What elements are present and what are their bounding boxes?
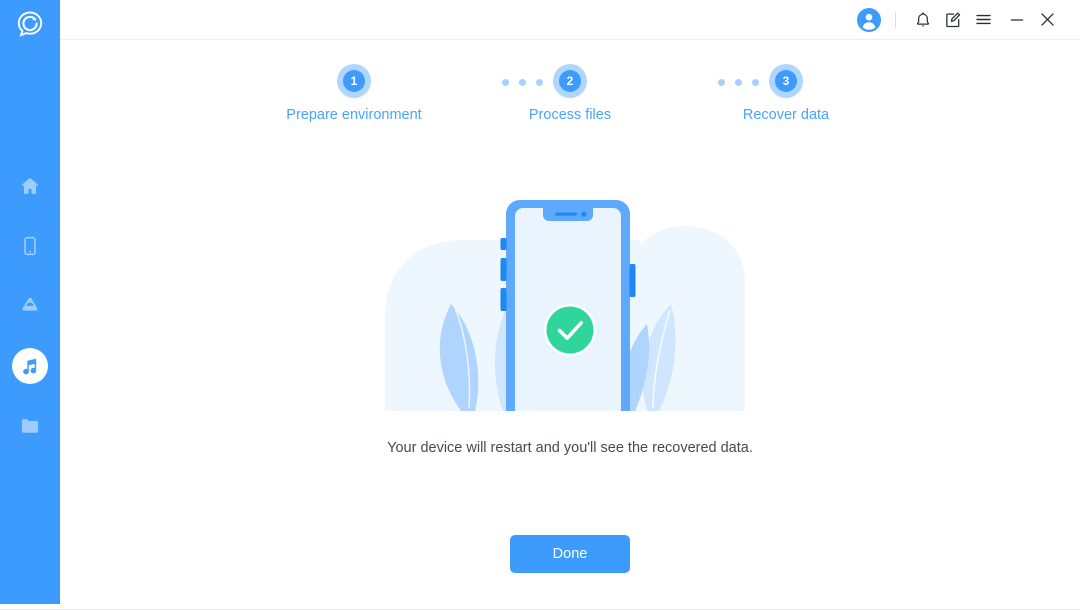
notifications-button[interactable] bbox=[908, 5, 938, 35]
app-window: 1 Prepare environment 2 Process files 3 … bbox=[0, 0, 1080, 610]
sidebar bbox=[0, 0, 60, 604]
status-caption: Your device will restart and you'll see … bbox=[387, 440, 753, 456]
sidebar-item-home[interactable] bbox=[0, 156, 60, 216]
minimize-button[interactable] bbox=[1002, 5, 1032, 35]
stepper: 1 Prepare environment 2 Process files 3 … bbox=[60, 40, 1080, 140]
step-1-number: 1 bbox=[343, 70, 365, 92]
sidebar-item-files[interactable] bbox=[0, 396, 60, 456]
account-avatar[interactable] bbox=[857, 7, 881, 32]
step-3: 3 Recover data bbox=[666, 64, 906, 123]
sidebar-nav bbox=[0, 156, 60, 456]
menu-button[interactable] bbox=[968, 5, 998, 35]
step-2-label: Process files bbox=[528, 107, 612, 123]
cloud-icon bbox=[22, 297, 38, 311]
feedback-icon bbox=[946, 12, 961, 27]
sidebar-item-device[interactable] bbox=[0, 216, 60, 276]
step-1: 1 Prepare environment bbox=[234, 64, 474, 123]
titlebar-divider bbox=[895, 11, 896, 28]
account-avatar-icon bbox=[862, 13, 876, 30]
step-2-number: 2 bbox=[559, 70, 581, 92]
feedback-button[interactable] bbox=[938, 5, 968, 35]
step-1-label: Prepare environment bbox=[286, 107, 422, 123]
title-bar bbox=[60, 0, 1080, 40]
step-3-number: 3 bbox=[775, 70, 797, 92]
sidebar-item-music[interactable] bbox=[0, 336, 60, 396]
music-icon bbox=[23, 358, 37, 375]
phone-success-illustration bbox=[385, 196, 745, 411]
close-icon bbox=[1040, 13, 1054, 26]
done-button[interactable]: Done bbox=[510, 535, 630, 573]
folder-icon bbox=[21, 419, 39, 433]
minimize-icon bbox=[1010, 18, 1024, 21]
app-logo-icon bbox=[14, 8, 46, 40]
home-icon bbox=[21, 177, 39, 194]
step-3-label: Recover data bbox=[742, 107, 830, 123]
close-button[interactable] bbox=[1032, 5, 1062, 35]
hamburger-menu-icon bbox=[975, 14, 991, 25]
sidebar-item-cloud[interactable] bbox=[0, 276, 60, 336]
step-2: 2 Process files bbox=[450, 64, 690, 123]
device-icon bbox=[24, 236, 36, 256]
bell-icon bbox=[916, 12, 930, 27]
